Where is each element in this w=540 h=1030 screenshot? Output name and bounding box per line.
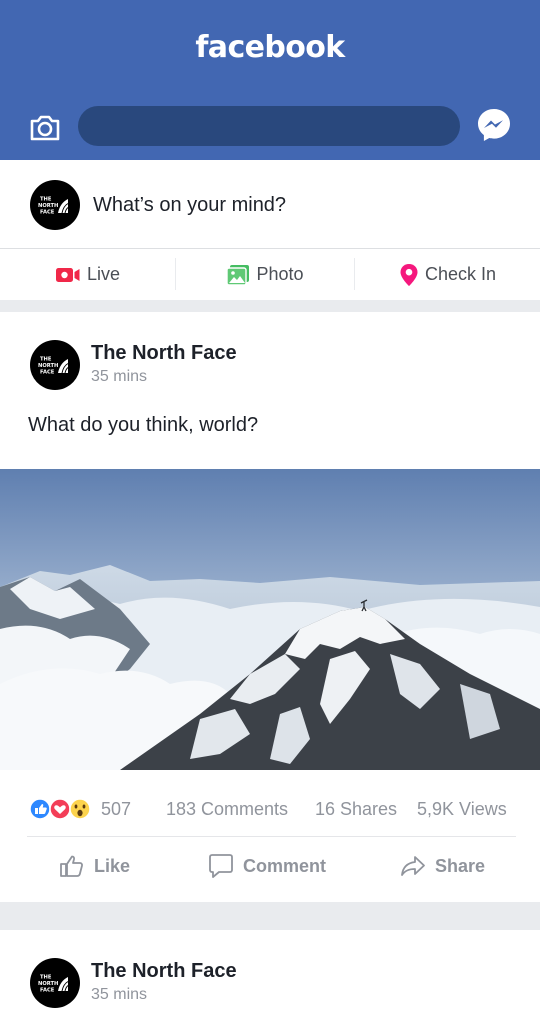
like-label: Like xyxy=(94,855,131,876)
svg-text:THE: THE xyxy=(40,197,52,203)
live-button[interactable]: Live xyxy=(0,249,175,300)
views-count: 5,9K Views xyxy=(417,799,507,819)
top-bar: facebook xyxy=(0,0,540,160)
comment-icon xyxy=(209,854,233,878)
svg-text:NORTH: NORTH xyxy=(38,203,58,209)
shares-count[interactable]: 16 Shares xyxy=(315,799,397,820)
share-label: Share xyxy=(435,855,486,876)
svg-text:THE: THE xyxy=(40,975,52,981)
comment-label: Comment xyxy=(243,855,327,876)
post-author[interactable]: The North Face xyxy=(91,342,237,365)
comment-button[interactable]: Comment xyxy=(208,846,326,886)
share-button[interactable]: Share xyxy=(400,846,485,886)
post-photo[interactable] xyxy=(0,469,540,770)
svg-text:NORTH: NORTH xyxy=(38,363,58,369)
comments-count[interactable]: 183 Comments xyxy=(166,799,288,820)
photo-label: Photo xyxy=(256,264,304,284)
svg-text:NORTH: NORTH xyxy=(38,981,58,987)
avatar[interactable]: THE NORTH FACE xyxy=(30,958,80,1008)
divider xyxy=(27,836,516,837)
live-video-icon xyxy=(55,267,80,282)
check-in-label: Check In xyxy=(424,264,497,284)
avatar[interactable]: THE NORTH FACE xyxy=(30,340,80,390)
whats-on-your-mind-prompt[interactable]: What’s on your mind? xyxy=(93,194,286,217)
the-north-face-logo: THE NORTH FACE xyxy=(38,197,69,216)
live-label: Live xyxy=(86,264,121,284)
search-input[interactable] xyxy=(78,106,460,146)
svg-text:FACE: FACE xyxy=(40,988,55,994)
reaction-count[interactable]: 507 xyxy=(101,799,131,820)
post-timestamp[interactable]: 35 mins xyxy=(91,368,147,386)
check-in-button[interactable]: Check In xyxy=(355,249,540,300)
the-north-face-logo: THE NORTH FACE xyxy=(38,975,69,994)
share-icon xyxy=(401,856,425,876)
post-text: What do you think, world? xyxy=(28,414,259,436)
reaction-icons[interactable] xyxy=(29,798,97,820)
location-pin-icon xyxy=(400,263,418,286)
feed-post: THE NORTH FACE The North Face 35 mins Wh… xyxy=(0,312,540,902)
facebook-logo: facebook xyxy=(195,30,345,65)
the-north-face-logo: THE NORTH FACE xyxy=(38,357,69,376)
avatar[interactable]: THE NORTH FACE xyxy=(30,180,80,230)
svg-text:THE: THE xyxy=(40,357,52,363)
svg-text:FACE: FACE xyxy=(40,370,55,376)
like-icon xyxy=(60,855,83,877)
post-author[interactable]: The North Face xyxy=(91,960,237,983)
camera-icon[interactable] xyxy=(28,110,62,144)
feed-post: THE NORTH FACE The North Face 35 mins xyxy=(0,930,540,1030)
photo-icon xyxy=(226,264,250,286)
photo-button[interactable]: Photo xyxy=(176,249,354,300)
svg-text:FACE: FACE xyxy=(40,210,55,216)
messenger-icon[interactable] xyxy=(476,107,512,143)
like-button[interactable]: Like xyxy=(59,846,130,886)
post-stats: 507 183 Comments 16 Shares 5,9K Views xyxy=(0,798,540,820)
post-timestamp[interactable]: 35 mins xyxy=(91,986,147,1004)
status-composer: THE NORTH FACE What’s on your mind? Live… xyxy=(0,160,540,300)
